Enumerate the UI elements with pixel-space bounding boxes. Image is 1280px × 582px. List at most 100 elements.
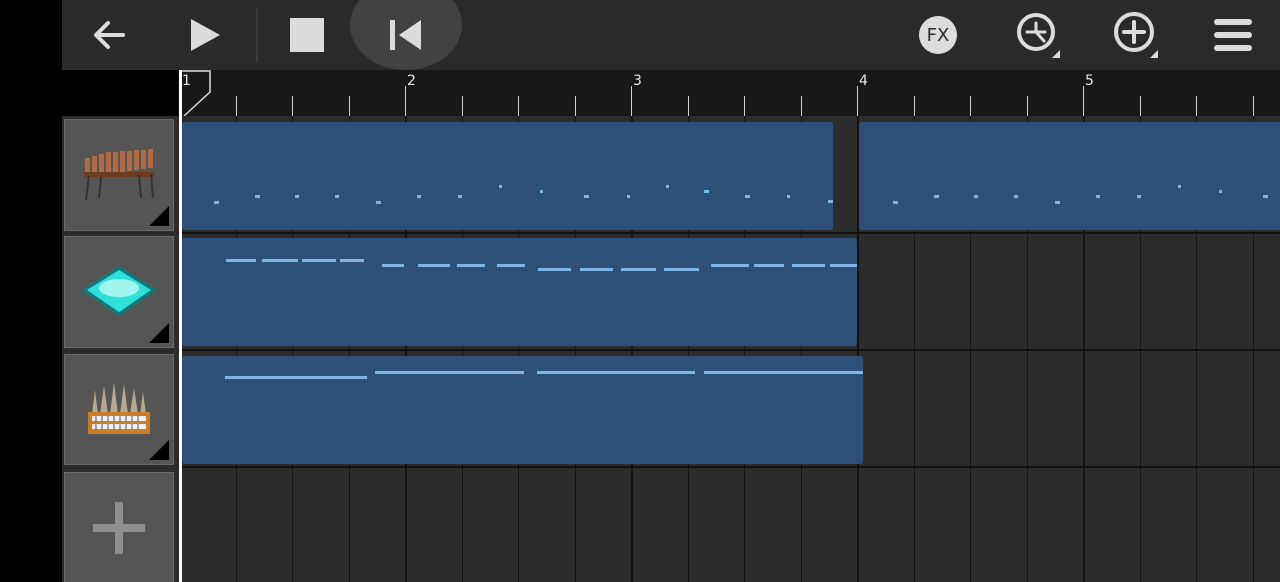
- note: [1219, 190, 1222, 193]
- note: [830, 264, 857, 267]
- ruler-beat-tick: [1253, 96, 1254, 116]
- note: [335, 195, 339, 198]
- toolbar-divider: [256, 8, 258, 62]
- metronome-button[interactable]: [1012, 0, 1062, 70]
- arrow-left-icon: [94, 21, 125, 49]
- ruler-bar-tick: [631, 86, 632, 116]
- note: [621, 268, 656, 271]
- note: [214, 201, 219, 204]
- bar-label-2: 2: [407, 73, 416, 89]
- ruler-beat-tick: [462, 96, 463, 116]
- note: [828, 200, 833, 203]
- note: [340, 259, 364, 262]
- note: [382, 264, 404, 267]
- ruler-beat-tick: [1140, 96, 1141, 116]
- note: [1263, 195, 1268, 198]
- marimba-icon: [84, 149, 154, 201]
- tracks-area: [62, 116, 1280, 582]
- clip-synth-pad[interactable]: [182, 238, 857, 346]
- fx-badge: FX: [919, 16, 957, 54]
- note: [627, 195, 630, 198]
- track-header-synth-pad[interactable]: [64, 236, 174, 348]
- stop-icon: [290, 18, 324, 52]
- hamburger-menu-icon: [1214, 19, 1252, 51]
- note: [458, 195, 462, 198]
- rewind-button[interactable]: [350, 0, 462, 70]
- note: [893, 201, 898, 204]
- ruler-bar-tick: [1083, 86, 1084, 116]
- clip-marimba-1[interactable]: [182, 122, 833, 230]
- ruler-corner: [62, 70, 178, 116]
- note: [255, 195, 260, 198]
- note: [376, 201, 381, 204]
- ruler-beat-tick: [292, 96, 293, 116]
- plus-icon: [93, 502, 145, 554]
- add-button[interactable]: [1110, 0, 1160, 70]
- clip-marimba-2[interactable]: [859, 122, 1280, 230]
- note: [225, 376, 367, 379]
- note: [1014, 195, 1018, 198]
- note: [704, 190, 709, 193]
- stop-button[interactable]: [282, 0, 332, 70]
- track-separator: [178, 349, 1280, 351]
- organ-icon: [88, 381, 150, 434]
- ruler-bar-tick: [857, 86, 858, 116]
- note: [497, 264, 525, 267]
- add-track-button[interactable]: [64, 472, 174, 582]
- bar-label-4: 4: [859, 73, 868, 89]
- ruler-beat-tick: [688, 96, 689, 116]
- track-options-corner[interactable]: [149, 206, 169, 226]
- note: [934, 195, 939, 198]
- note: [664, 268, 699, 271]
- menu-button[interactable]: [1212, 0, 1254, 70]
- ruler-beat-tick: [914, 96, 915, 116]
- note: [1096, 195, 1100, 198]
- fx-label: FX: [926, 24, 950, 46]
- track-separator: [178, 466, 1280, 468]
- track-options-corner[interactable]: [149, 440, 169, 460]
- track-header-marimba[interactable]: [64, 119, 174, 231]
- ruler-beat-tick: [970, 96, 971, 116]
- ruler-beat-tick: [744, 96, 745, 116]
- note: [711, 264, 749, 267]
- ruler-beat-tick: [801, 96, 802, 116]
- note: [1055, 201, 1060, 204]
- metronome-icon: [1017, 13, 1060, 58]
- track-options-corner[interactable]: [149, 323, 169, 343]
- skip-to-start-icon: [390, 20, 421, 50]
- back-button[interactable]: [82, 0, 136, 70]
- track-separator: [178, 232, 1280, 234]
- ruler-beat-tick: [349, 96, 350, 116]
- note: [580, 268, 613, 271]
- fx-button[interactable]: FX: [918, 0, 958, 70]
- track-header-organ[interactable]: [64, 354, 174, 465]
- bar-label-3: 3: [633, 73, 642, 89]
- note: [754, 264, 784, 267]
- note: [666, 185, 669, 188]
- note: [1137, 195, 1141, 198]
- note: [226, 259, 256, 262]
- note: [295, 195, 299, 198]
- note: [1178, 185, 1181, 188]
- ruler-bar-tick: [405, 86, 406, 116]
- note: [417, 195, 421, 198]
- note: [375, 371, 524, 374]
- note: [584, 195, 589, 198]
- note: [302, 259, 336, 262]
- note: [745, 195, 750, 198]
- sequencer-app: FX 1 2 3 4 5: [62, 0, 1280, 582]
- note: [262, 259, 298, 262]
- ruler-beat-tick: [575, 96, 576, 116]
- ruler-beat-tick: [518, 96, 519, 116]
- note: [704, 371, 863, 374]
- ruler-beat-tick: [236, 96, 237, 116]
- note: [787, 195, 790, 198]
- clip-organ[interactable]: [182, 356, 863, 464]
- playhead[interactable]: [179, 70, 182, 582]
- timeline-ruler[interactable]: 1 2 3 4 5: [62, 70, 1280, 117]
- play-button[interactable]: [180, 0, 230, 70]
- note: [418, 264, 450, 267]
- note: [540, 190, 543, 193]
- plus-circle-icon: [1114, 12, 1158, 58]
- toolbar: FX: [62, 0, 1280, 70]
